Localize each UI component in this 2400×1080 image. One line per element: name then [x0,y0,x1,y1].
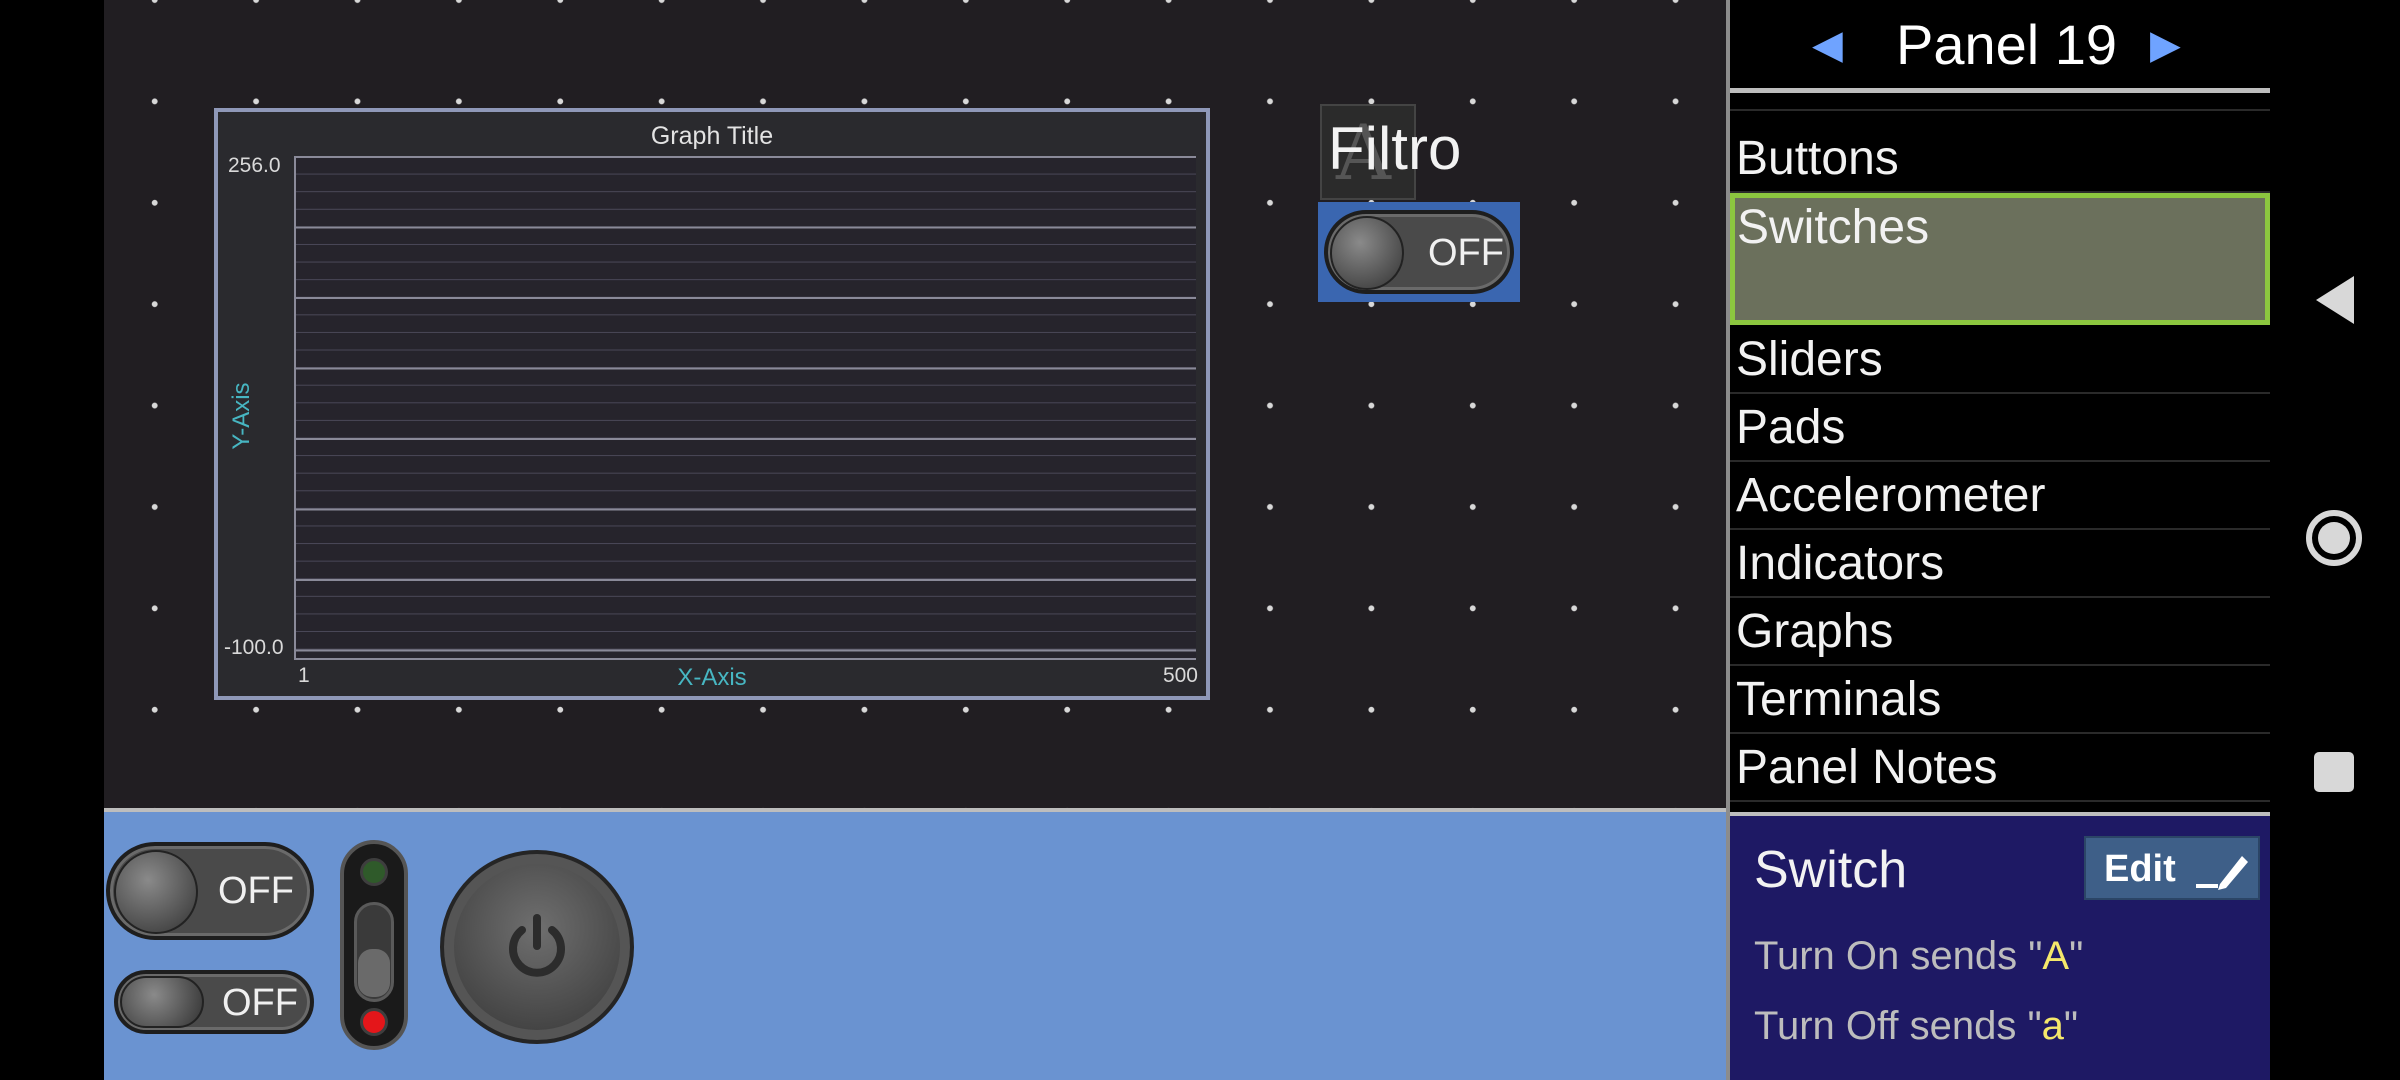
palette-lever-switch[interactable] [340,840,408,1050]
recents-icon[interactable] [2312,750,2356,794]
system-nav-bar [2270,0,2400,1080]
category-label: Accelerometer [1736,469,2046,522]
category-item-switches[interactable]: Switches [1730,193,2270,325]
toggle-state-label: OFF [1428,232,1504,274]
panel-title: Panel 19 [1896,13,2118,76]
graph-y-min: -100.0 [224,636,284,659]
category-label: Sliders [1736,333,1883,386]
text-widget-label: Filtro [1328,115,1462,182]
category-item-buttons[interactable]: Buttons [1730,125,2270,193]
design-canvas[interactable]: Graph Title 256.0 -100.0 1 500 X-Axis Y-… [104,0,1726,808]
palette-toggle-large[interactable]: OFF [106,842,314,940]
toggle-knob [1330,216,1404,290]
lever-handle [358,949,390,997]
home-icon[interactable] [2304,508,2364,568]
turn-on-value: A [2042,934,2070,978]
toggle-state-label: OFF [218,870,294,912]
lever-indicator-on [360,858,388,886]
category-item-accelerometer[interactable]: Accelerometer [1730,462,2270,530]
prev-panel-icon[interactable]: ◀ [1812,22,1843,68]
category-list[interactable]: Text Buttons Switches Sliders Pads Accel… [1730,93,2270,808]
toggle-state-label: OFF [222,982,298,1024]
category-item-text[interactable]: Text [1730,93,2270,111]
category-item-indicators[interactable]: Indicators [1730,530,2270,598]
palette-power-button[interactable] [440,850,634,1044]
widget-info-panel: Switch Edit Turn On sends "A" Turn Off s… [1730,812,2270,1080]
graph-plot-area [294,156,1196,660]
palette-toggle-small[interactable]: OFF [114,970,314,1034]
category-label: Terminals [1736,673,1942,726]
category-label: Pads [1736,401,1846,454]
lever-indicator-off [360,1008,388,1036]
graph-widget[interactable]: Graph Title 256.0 -100.0 1 500 X-Axis Y-… [214,108,1210,700]
back-icon[interactable] [2310,272,2360,328]
selected-switch-widget[interactable]: OFF [1318,202,1520,302]
turn-on-prefix: Turn On sends " [1754,934,2043,978]
category-label: Buttons [1736,132,1899,185]
category-item-graphs[interactable]: Graphs [1730,598,2270,666]
edit-button[interactable]: Edit [2084,836,2260,900]
info-title: Switch [1754,841,1908,899]
category-label: Graphs [1736,605,1894,658]
graph-y-max: 256.0 [228,154,281,177]
turn-off-prefix: Turn Off sends " [1754,1004,2042,1048]
category-label: Text [1736,93,1824,102]
app-root: Graph Title 256.0 -100.0 1 500 X-Axis Y-… [0,0,2400,1080]
toggle-knob [114,850,198,934]
canvas-toggle-switch[interactable]: OFF [1324,210,1514,294]
category-label: Switches [1737,201,1930,254]
turn-off-text: Turn Off sends "a" [1754,1004,2078,1049]
category-label: Indicators [1736,537,1945,590]
power-icon [509,914,565,977]
turn-off-value: a [2041,1004,2064,1048]
edit-button-label: Edit [2104,848,2176,890]
category-label: Panel Notes [1736,741,1998,794]
category-item-pads[interactable]: Pads [1730,394,2270,462]
toggle-knob [120,976,204,1028]
next-panel-icon[interactable]: ▶ [2150,22,2181,68]
widget-palette: OFF OFF [104,812,1726,1080]
lever-slot [354,902,394,1002]
turn-on-text: Turn On sends "A" [1754,934,2083,979]
category-item-terminals[interactable]: Terminals [1730,666,2270,734]
turn-off-quote: " [2063,1004,2079,1048]
pencil-icon [2196,856,2248,890]
category-item-sliders[interactable]: Sliders [1730,326,2270,394]
turn-on-quote: " [2069,934,2084,978]
graph-y-label: Y-Axis [228,382,255,450]
category-item-panel-notes[interactable]: Panel Notes [1730,734,2270,802]
graph-title: Graph Title [650,122,774,150]
graph-x-label: X-Axis [677,664,747,691]
